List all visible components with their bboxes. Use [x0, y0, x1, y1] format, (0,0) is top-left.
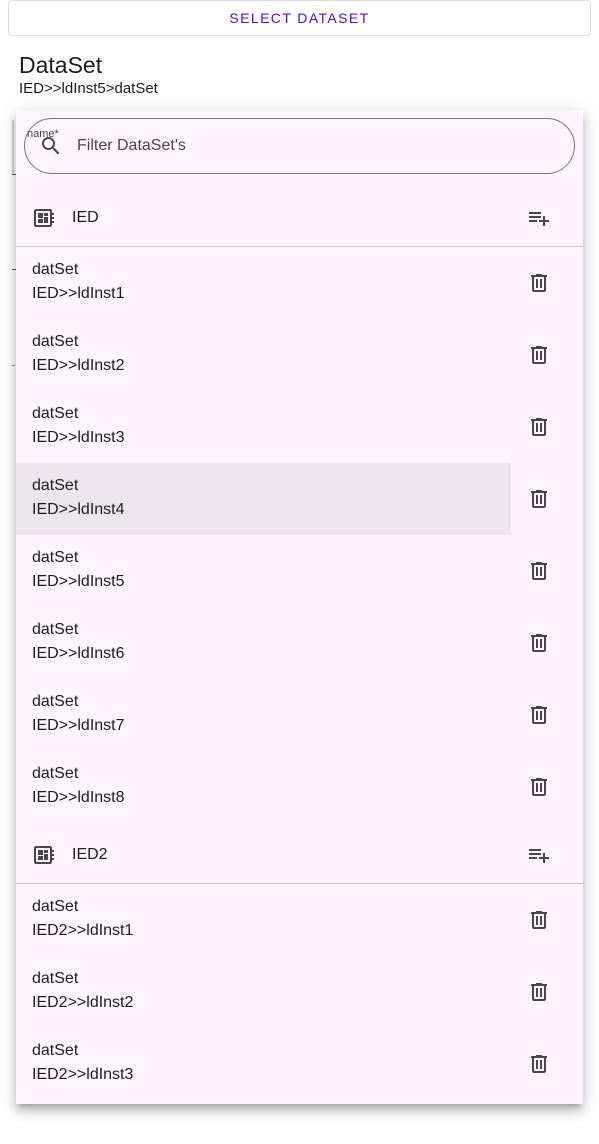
list-item[interactable]: datSet IED>>ldInst6: [16, 607, 511, 679]
list-item-primary: datSet: [32, 1042, 79, 1059]
list-item[interactable]: datSet IED>>ldInst5: [16, 535, 511, 607]
dataset-title: DataSet: [19, 52, 103, 78]
delete-icon[interactable]: [527, 703, 551, 727]
delete-icon[interactable]: [527, 415, 551, 439]
select-dataset-button[interactable]: SELECT DATASET: [8, 0, 591, 36]
list-item[interactable]: datSet IED>>ldInst4: [16, 463, 511, 535]
list-item[interactable]: datSet IED2>>ldInst2: [16, 956, 511, 1028]
delete-icon[interactable]: [527, 487, 551, 511]
list-item[interactable]: datSet IED>>ldInst3: [16, 391, 511, 463]
list-item[interactable]: datSet IED2>>ldInst3: [16, 1028, 511, 1100]
dataset-picker-menu: IEDdatSetIED>>ldInst1datSetIED>>ldInst2d…: [16, 110, 583, 1104]
group-header: IED: [16, 186, 583, 250]
list-item-secondary: IED>>ldInst6: [32, 645, 125, 662]
delete-icon[interactable]: [527, 1052, 551, 1076]
playlist-add-icon[interactable]: [527, 206, 551, 230]
filter-search-input[interactable]: [77, 137, 517, 155]
list-item-primary: datSet: [32, 477, 79, 494]
list-item-secondary: IED>>ldInst3: [32, 429, 125, 446]
list-item-primary: datSet: [32, 621, 79, 638]
list-item-secondary: IED2>>ldInst1: [32, 922, 134, 939]
delete-icon[interactable]: [527, 559, 551, 583]
list-item-primary: datSet: [32, 333, 79, 350]
list-item-primary: datSet: [32, 898, 79, 915]
delete-icon[interactable]: [527, 775, 551, 799]
delete-icon[interactable]: [527, 631, 551, 655]
list-item[interactable]: datSet IED>>ldInst7: [16, 679, 511, 751]
list-item[interactable]: datSet IED>>ldInst2: [16, 319, 511, 391]
group-label: IED: [72, 209, 99, 226]
group-header: IED2: [16, 823, 583, 887]
list-item[interactable]: datSet IED>>ldInst1: [16, 247, 511, 319]
list-item-secondary: IED2>>ldInst3: [32, 1066, 134, 1083]
name-field-label: name*: [27, 128, 59, 140]
delete-icon[interactable]: [527, 980, 551, 1004]
background-field-edge: [12, 120, 14, 174]
list-item-secondary: IED>>ldInst4: [32, 501, 125, 518]
list-item-secondary: IED>>ldInst1: [32, 285, 125, 302]
list-item-secondary: IED>>ldInst2: [32, 357, 125, 374]
playlist-add-icon[interactable]: [527, 843, 551, 867]
list-item-primary: datSet: [32, 693, 79, 710]
delete-icon[interactable]: [527, 271, 551, 295]
list-item-primary: datSet: [32, 405, 79, 422]
group-label: IED2: [72, 846, 108, 863]
delete-icon[interactable]: [527, 908, 551, 932]
list-item-primary: datSet: [32, 765, 79, 782]
background-field-tick: [12, 365, 15, 366]
delete-icon[interactable]: [527, 343, 551, 367]
list-item-secondary: IED2>>ldInst2: [32, 994, 134, 1011]
list-item-secondary: IED>>ldInst8: [32, 789, 125, 806]
list-item-primary: datSet: [32, 549, 79, 566]
list-item-secondary: IED>>ldInst7: [32, 717, 125, 734]
developer-board-icon: [32, 206, 56, 230]
filter-search-field[interactable]: [24, 118, 575, 174]
list-item[interactable]: datSet IED2>>ldInst1: [16, 884, 511, 956]
dataset-path: IED>>ldInst5>datSet: [19, 80, 158, 97]
list-item-secondary: IED>>ldInst5: [32, 573, 125, 590]
list-item-primary: datSet: [32, 970, 79, 987]
developer-board-icon: [32, 843, 56, 867]
list-item-primary: datSet: [32, 261, 79, 278]
list-item[interactable]: datSet IED>>ldInst8: [16, 751, 511, 823]
